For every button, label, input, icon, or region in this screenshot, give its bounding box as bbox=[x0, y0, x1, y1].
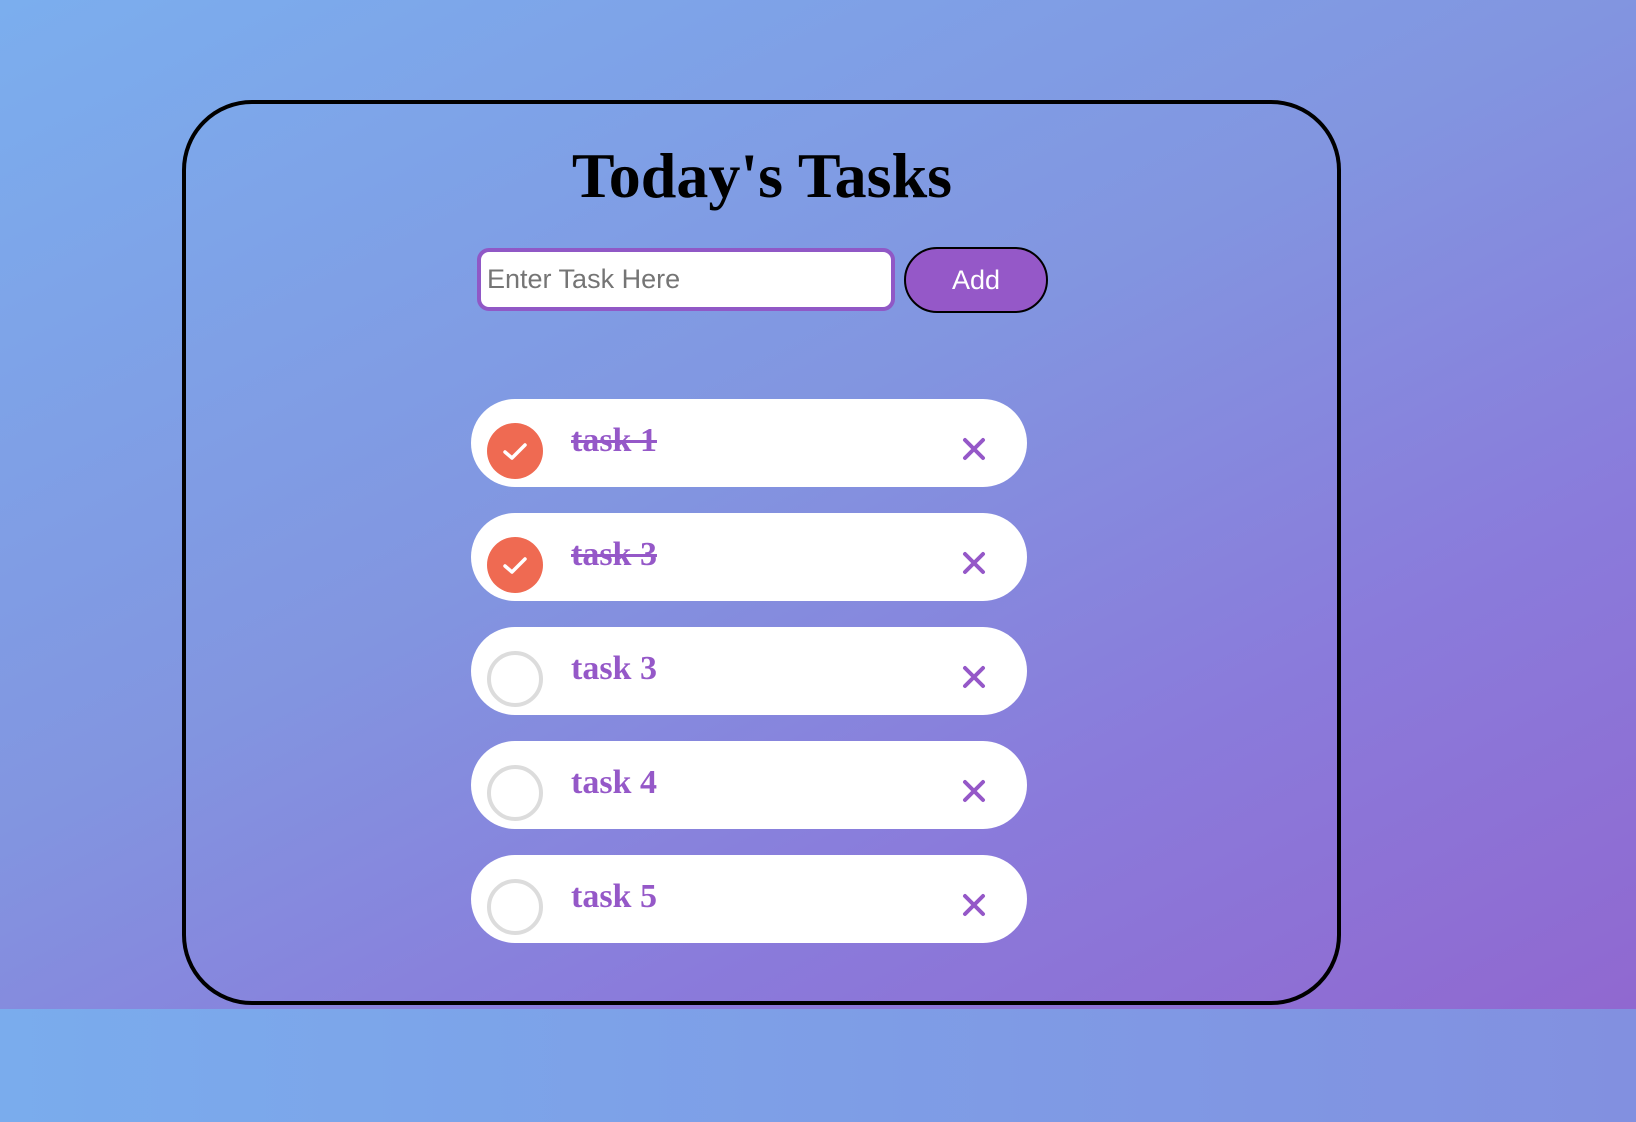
task-label: task 4 bbox=[571, 764, 657, 801]
check-icon bbox=[503, 443, 527, 460]
delete-task-button[interactable] bbox=[962, 437, 986, 461]
page-title: Today's Tasks bbox=[571, 140, 953, 211]
task-label: task 5 bbox=[571, 878, 657, 915]
task-label: task 3 bbox=[571, 650, 657, 687]
delete-task-button[interactable] bbox=[962, 779, 986, 803]
task-label: task 1 bbox=[571, 422, 657, 459]
task-item[interactable]: task 3 bbox=[471, 627, 1027, 715]
task-checkbox[interactable] bbox=[487, 537, 543, 593]
task-checkbox[interactable] bbox=[487, 879, 543, 935]
close-icon bbox=[963, 438, 985, 460]
check-icon bbox=[503, 557, 527, 574]
close-icon bbox=[963, 552, 985, 574]
task-list: task 1 task 3 task 3 task 4 task 5 bbox=[471, 399, 1027, 969]
task-label: task 3 bbox=[571, 536, 657, 573]
delete-task-button[interactable] bbox=[962, 551, 986, 575]
task-checkbox[interactable] bbox=[487, 765, 543, 821]
delete-task-button[interactable] bbox=[962, 665, 986, 689]
task-item[interactable]: task 5 bbox=[471, 855, 1027, 943]
close-icon bbox=[963, 666, 985, 688]
task-checkbox[interactable] bbox=[487, 423, 543, 479]
add-task-button[interactable]: Add bbox=[904, 247, 1048, 313]
close-icon bbox=[963, 894, 985, 916]
close-icon bbox=[963, 780, 985, 802]
task-checkbox[interactable] bbox=[487, 651, 543, 707]
task-item[interactable]: task 4 bbox=[471, 741, 1027, 829]
task-input[interactable] bbox=[477, 248, 895, 311]
delete-task-button[interactable] bbox=[962, 893, 986, 917]
task-item[interactable]: task 1 bbox=[471, 399, 1027, 487]
task-item[interactable]: task 3 bbox=[471, 513, 1027, 601]
